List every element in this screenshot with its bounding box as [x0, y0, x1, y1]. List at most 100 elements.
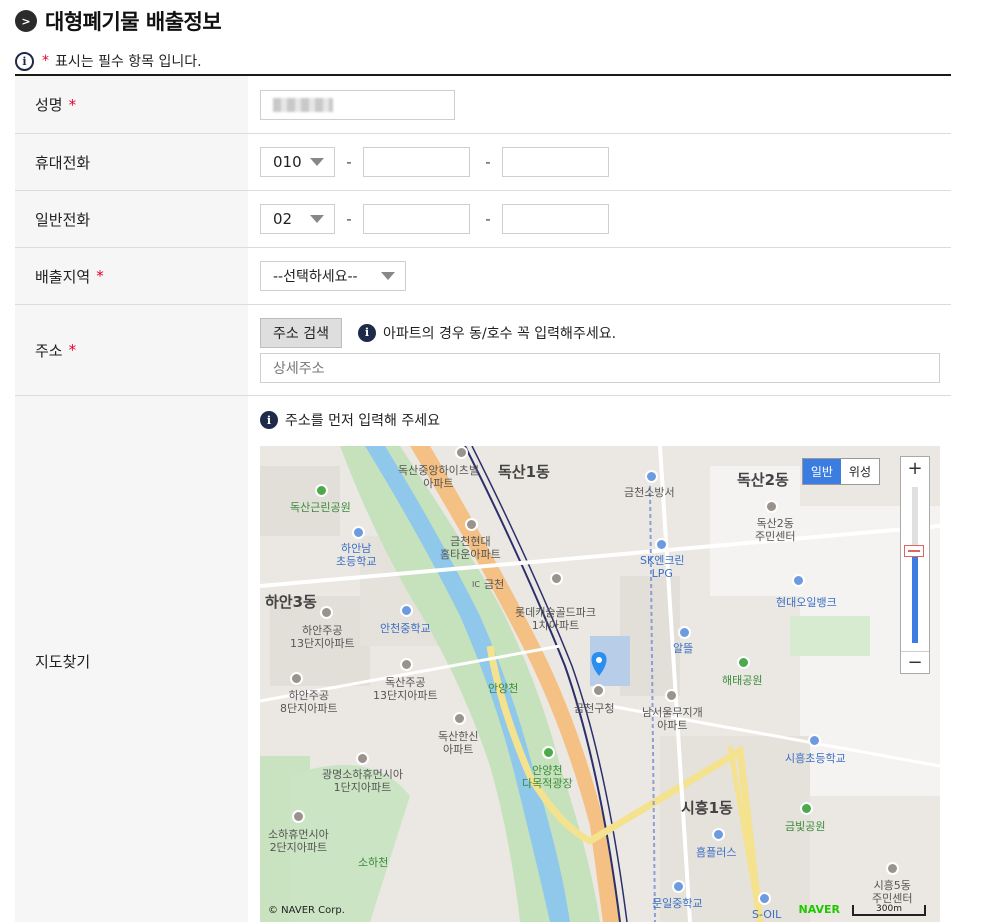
row-mobile: 휴대전화 010 - - [15, 134, 951, 191]
map-label: 금빛공원 [785, 820, 826, 833]
map-label: 남서울무지개 아파트 [642, 706, 703, 732]
poi-marker [886, 862, 899, 875]
phone-last-input[interactable] [502, 204, 609, 234]
region-select[interactable]: --선택하세요-- [260, 261, 406, 291]
map-label: 하안주공 8단지아파트 [280, 689, 338, 715]
poi-marker [737, 656, 750, 669]
poi-marker [550, 572, 563, 585]
address-label: 주소 * [15, 305, 248, 395]
poi-marker [672, 880, 685, 893]
map-label: 독산2동 주민센터 [755, 517, 796, 543]
map-label: 독산2동 [737, 471, 789, 489]
poi-marker [592, 684, 605, 697]
zoom-handle[interactable] [904, 544, 924, 557]
page-title: 대형폐기물 배출정보 [45, 10, 222, 34]
info-icon: i [357, 323, 376, 342]
mobile-last-input[interactable] [502, 147, 609, 177]
name-input[interactable] [260, 89, 455, 120]
map-type-satellite-button[interactable]: 위성 [840, 459, 879, 484]
name-label: 성명 * [15, 76, 248, 133]
map-label: 소하천 [358, 856, 389, 869]
map-label: S-OIL [752, 908, 782, 921]
map-type-normal-button[interactable]: 일반 [802, 459, 841, 484]
row-region: 배출지역 * --선택하세요-- [15, 248, 951, 305]
zoom-slider[interactable] [904, 487, 924, 643]
zoom-level-fill [912, 550, 918, 643]
map-scale: 300m [852, 905, 926, 916]
info-icon: i [260, 411, 278, 429]
dash: - [346, 210, 352, 228]
phone-prefix-value: 02 [273, 210, 293, 228]
naver-map[interactable]: 독산1동 독산2동 하안3동 시흥1동 독산중앙하이츠빌 아파트 금천소방서 독산… [260, 446, 940, 922]
required-star: * [68, 95, 77, 114]
mobile-label: 휴대전화 [15, 134, 248, 190]
caret-down-icon [310, 215, 324, 223]
info-icon: i [15, 51, 34, 71]
required-star: * [96, 267, 104, 285]
required-star: * [68, 341, 77, 359]
mobile-prefix-value: 010 [273, 153, 302, 171]
map-label: 하안주공 13단지아파트 [290, 624, 355, 650]
poi-marker [400, 604, 413, 617]
map-label: 시흥초등학교 [785, 752, 846, 765]
dash: - [485, 153, 491, 171]
map-label: 안양천 [488, 682, 519, 695]
region-selected-value: --선택하세요-- [273, 269, 358, 285]
map-label: 시흥5동 주민센터 [872, 879, 913, 905]
map-label: 현대오일뱅크 [776, 596, 837, 609]
map-label: 해태공원 [722, 674, 763, 687]
chevron-right-icon: > [15, 10, 37, 32]
dash: - [346, 153, 352, 171]
poi-marker [678, 626, 691, 639]
poi-marker [758, 892, 771, 905]
poi-marker [800, 802, 813, 815]
address-label-text: 주소 [35, 341, 63, 360]
map-label: 금천구청 [574, 702, 615, 715]
zoom-control: + − [900, 456, 930, 674]
map-label: 지도찾기 [15, 396, 248, 922]
required-star: * [42, 53, 49, 69]
map-label: 독산중앙하이츠빌 아파트 [398, 464, 479, 490]
map-label: 독산한신 아파트 [438, 730, 479, 756]
poi-marker [352, 526, 365, 539]
map-label: IC [472, 580, 480, 589]
map-label: 안양천 다목적광장 [522, 764, 573, 790]
mobile-middle-input[interactable] [363, 147, 470, 177]
address-hint-text: 아파트의 경우 동/호수 꼭 입력해주세요. [382, 325, 617, 342]
phone-middle-input[interactable] [363, 204, 470, 234]
caret-down-icon [381, 272, 395, 280]
poi-marker [765, 500, 778, 513]
map-label: 독산주공 13단지아파트 [373, 676, 438, 702]
map-label: 하안남 초등학교 [336, 542, 377, 568]
map-label: 금천현대 홈타운아파트 [440, 535, 501, 561]
address-detail-input[interactable]: 상세주소 [260, 352, 940, 383]
map-label: 금천소방서 [624, 486, 675, 499]
row-name: 성명 * [15, 76, 951, 134]
poi-marker [455, 446, 468, 459]
map-label: 독산근린공원 [290, 501, 351, 514]
phone-prefix-select[interactable]: 02 [260, 204, 335, 234]
poi-marker [400, 658, 413, 671]
required-notice-text: 표시는 필수 항목 입니다. [55, 54, 202, 70]
region-label: 배출지역 * [15, 248, 248, 304]
row-phone: 일반전화 02 - - [15, 191, 951, 248]
row-address: 주소 * 주소 검색 i 아파트의 경우 동/호수 꼭 입력해주세요. 상세주소 [15, 305, 951, 396]
map-label: 시흥1동 [681, 799, 733, 817]
poi-marker [665, 689, 678, 702]
poi-marker [320, 606, 333, 619]
map-label: SK엔크린 LPG [640, 554, 685, 580]
zoom-in-button[interactable]: + [901, 457, 929, 479]
poi-marker [453, 712, 466, 725]
phone-label: 일반전화 [15, 191, 248, 247]
map-hint-text: 주소를 먼저 입력해 주세요 [285, 413, 441, 429]
zoom-out-button[interactable]: − [901, 651, 929, 673]
map-copyright: © NAVER Corp. [268, 905, 345, 916]
poi-marker [290, 672, 303, 685]
address-search-button[interactable]: 주소 검색 [260, 317, 342, 348]
map-type-toggle: 일반 위성 [801, 458, 880, 485]
poi-marker [542, 746, 555, 759]
address-hint: i 아파트의 경우 동/호수 꼭 입력해주세요. [357, 323, 617, 343]
mobile-prefix-select[interactable]: 010 [260, 147, 335, 177]
map-label: 소하휴먼시아 2단지아파트 [268, 828, 329, 854]
map-label: 알뜰 [673, 642, 694, 655]
